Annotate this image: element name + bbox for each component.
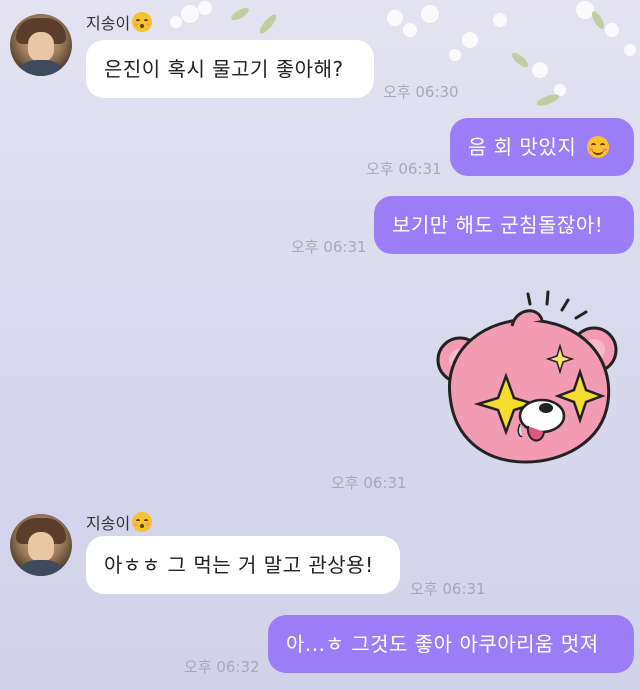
smiling-face-icon bbox=[587, 136, 610, 158]
message-timestamp: 오후 06:31 bbox=[291, 238, 367, 256]
message-timestamp: 오후 06:31 bbox=[366, 160, 442, 178]
sender-avatar[interactable] bbox=[10, 14, 72, 76]
sender-name: 지송이 bbox=[86, 10, 153, 34]
message-bubble[interactable]: 음 회 맛있지 bbox=[450, 118, 634, 176]
sender-name-label: 지송이 bbox=[86, 514, 131, 533]
kissing-face-icon bbox=[132, 512, 153, 532]
message-bubble[interactable]: 아ㅎㅎ 그 먹는 거 말고 관상용! bbox=[86, 536, 400, 594]
message-text: 은진이 혹시 물고기 좋아해? bbox=[104, 57, 344, 81]
message-timestamp: 오후 06:31 bbox=[410, 580, 486, 598]
sender-avatar[interactable] bbox=[10, 514, 72, 576]
message-text: 음 회 맛있지 bbox=[468, 135, 577, 159]
sender-name-label: 지송이 bbox=[86, 14, 131, 33]
kissing-face-icon bbox=[132, 12, 153, 32]
message-text: 보기만 해도 군침돌잖아! bbox=[392, 213, 604, 237]
message-bubble[interactable]: 보기만 해도 군침돌잖아! bbox=[374, 196, 634, 254]
message-text: 아...ㅎ 그것도 좋아 아쿠아리움 멋져 bbox=[286, 632, 599, 656]
sender-name: 지송이 bbox=[86, 510, 153, 534]
pink-bear-sticker[interactable] bbox=[430, 286, 626, 466]
message-timestamp: 오후 06:32 bbox=[184, 658, 260, 676]
message-bubble[interactable]: 아...ㅎ 그것도 좋아 아쿠아리움 멋져 bbox=[268, 615, 634, 673]
message-bubble[interactable]: 은진이 혹시 물고기 좋아해? bbox=[86, 40, 374, 98]
message-timestamp: 오후 06:30 bbox=[383, 83, 459, 101]
message-timestamp: 오후 06:31 bbox=[331, 474, 407, 492]
message-text: 아ㅎㅎ 그 먹는 거 말고 관상용! bbox=[104, 553, 374, 577]
